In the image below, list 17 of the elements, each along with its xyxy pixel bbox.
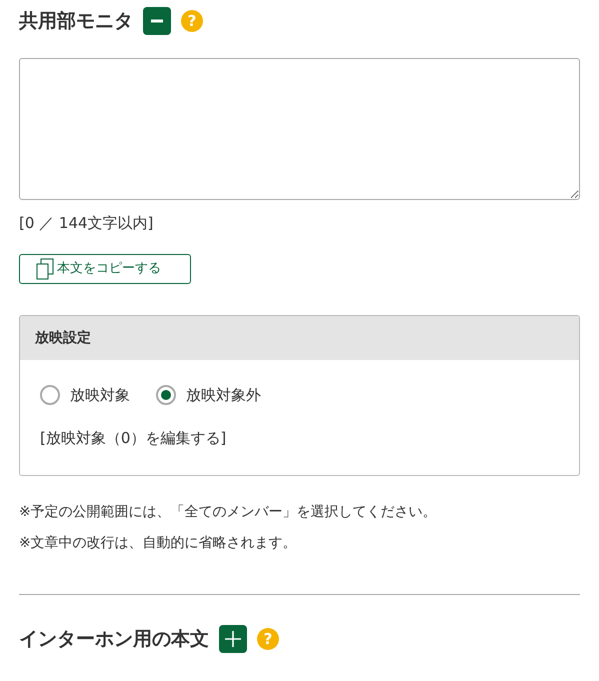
radio-button[interactable] (156, 385, 176, 406)
copy-button[interactable]: 本文をコピーする (19, 254, 191, 284)
expand-button[interactable] (219, 625, 247, 654)
section-title: 共用部モニタ (19, 9, 133, 34)
copy-icon (36, 258, 54, 280)
note-text: ※文章中の改行は、自動的に省略されます。 (19, 534, 298, 553)
collapse-button[interactable] (143, 7, 171, 36)
note-text: ※予定の公開範囲には、「全てのメンバー」を選択してください。 (19, 503, 438, 522)
radio-label: 放映対象 (70, 385, 130, 406)
section-title: インターホン用の本文 (19, 627, 209, 652)
character-counter: [0 ／ 144文字以内] (19, 212, 154, 234)
panel-title: 放映設定 (35, 328, 91, 348)
radio-button[interactable] (40, 385, 60, 406)
radio-label: 放映対象外 (186, 385, 261, 406)
plus-icon (225, 631, 241, 648)
edit-link[interactable]: [放映対象（0）を編集する] (40, 426, 559, 449)
minus-icon (151, 19, 163, 24)
